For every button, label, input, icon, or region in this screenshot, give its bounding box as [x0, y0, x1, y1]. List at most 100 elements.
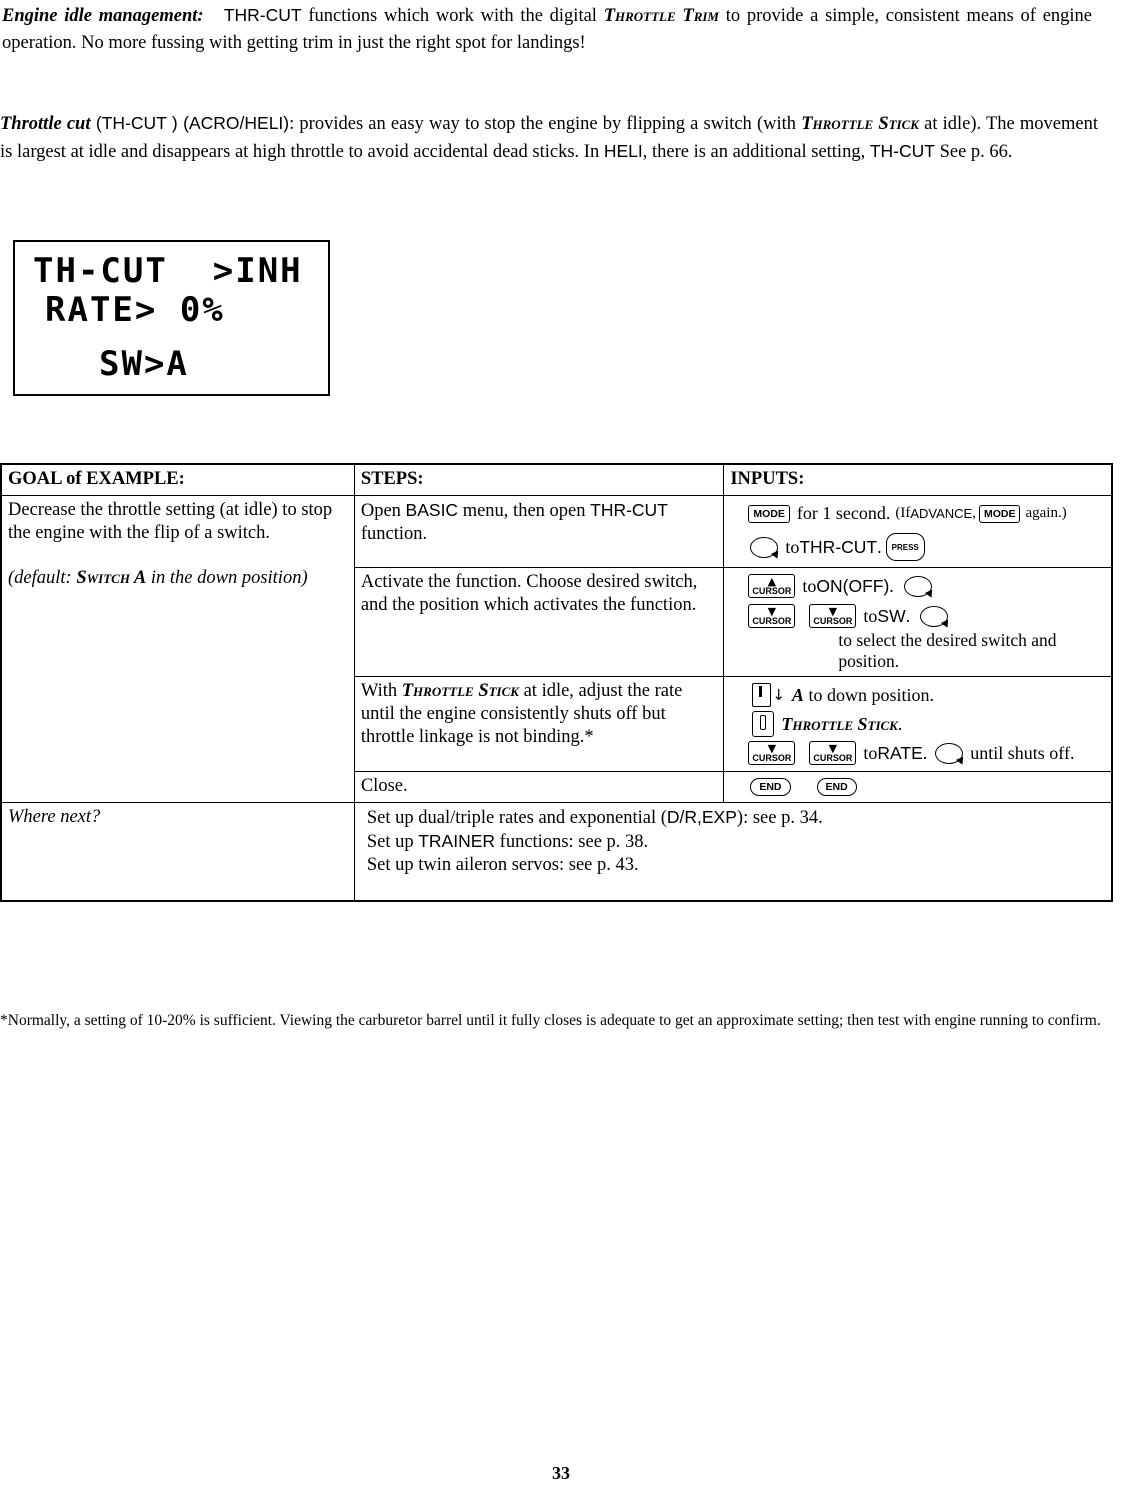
- wn1-a: Set up dual/triple rates and exponential…: [366, 808, 667, 828]
- input3-rate-dot: .: [922, 742, 928, 763]
- wn2-b: functions: see p. 38.: [495, 832, 649, 852]
- switch-a-icon[interactable]: [752, 683, 772, 707]
- input2-text-on: to: [802, 575, 817, 596]
- where-next-row: Where next? Set up dual/triple rates and…: [0, 802, 1113, 902]
- mode-key[interactable]: MODE: [748, 504, 790, 523]
- input2-note: to select the desired switch and positio…: [838, 630, 1057, 671]
- header-inputs: INPUTS:: [723, 463, 1113, 496]
- mode-key-2[interactable]: MODE: [978, 504, 1021, 523]
- throttle-cut-paren: (TH-CUT ) (ACRO/HELI): [90, 113, 290, 133]
- cursor-key-label: CURSOR: [813, 616, 853, 626]
- trainer-term: TRAINER: [418, 831, 496, 851]
- input1-text-5: to: [785, 536, 800, 557]
- step1-text-3: function.: [360, 524, 428, 544]
- dial-knob-icon[interactable]: [920, 605, 949, 627]
- paragraph-throttle-cut: Throttle cut (TH-CUT ) (ACRO/HELI): prov…: [0, 110, 1098, 166]
- input-cell-1: MODE for 1 second. (If ADVANCE, MODE aga…: [723, 495, 1113, 568]
- wn1-b: ): see p. 34.: [736, 808, 823, 828]
- input2-sw-dot: .: [905, 605, 911, 626]
- header-goal: GOAL of EXAMPLE:: [0, 463, 355, 496]
- throttle-cut-text-1: : provides an easy way to stop the engin…: [289, 114, 802, 134]
- input3-until-text: until shuts off.: [970, 742, 1075, 763]
- step-cell-1: Open BASIC menu, then open THR-CUT funct…: [353, 495, 725, 568]
- throttle-stick-term-step3: Throttle Stick: [401, 681, 519, 701]
- input-cell-4: END END: [723, 771, 1113, 803]
- input3-text-a: to down position.: [803, 684, 934, 705]
- goal-default: (default: Switch A in the down position): [8, 567, 348, 590]
- step-cell-3: With Throttle Stick at idle, adjust the …: [353, 676, 725, 772]
- step1-text-1: Open: [360, 501, 406, 521]
- dr-exp-term: D/R,EXP: [666, 807, 737, 827]
- cursor-down-key-2[interactable]: ▼ CURSOR: [809, 741, 857, 765]
- cursor-down-key-1[interactable]: ▼ CURSOR: [748, 741, 796, 765]
- goal-text: Decrease the throttle setting (at idle) …: [8, 500, 333, 543]
- where-next-line-3: Set up twin aileron servos: see p. 43.: [366, 855, 639, 875]
- input2-dot: .: [889, 575, 894, 596]
- step3-text-1: With: [360, 681, 402, 701]
- header-steps: STEPS:: [353, 463, 725, 496]
- input-cell-2: ▲ CURSOR to ON(OFF). ▼ CURSOR ▼ CURSOR t…: [723, 567, 1113, 677]
- step-cell-2: Activate the function. Choose desired sw…: [353, 567, 725, 677]
- where-next-cell: Set up dual/triple rates and exponential…: [353, 802, 1113, 902]
- throttle-cut-text-4: See p. 66.: [934, 142, 1013, 162]
- input3-stick-label: Throttle Stick.: [781, 713, 902, 736]
- input2-text-sw: to: [863, 605, 878, 626]
- cursor-key-label: CURSOR: [752, 753, 792, 763]
- wn2-a: Set up: [366, 832, 419, 852]
- dial-knob-icon[interactable]: [903, 575, 932, 597]
- throttle-cut-text-3: , there is an additional setting,: [642, 142, 870, 162]
- dial-knob-icon[interactable]: [935, 742, 964, 764]
- throttle-cut-label: Throttle cut: [0, 114, 91, 134]
- thr-cut-term-step1: THR-CUT: [590, 500, 668, 520]
- dial-knob-icon[interactable]: [750, 536, 779, 558]
- switch-a-label: A: [791, 684, 804, 705]
- sw-value: SW: [877, 605, 906, 626]
- where-next-label: Where next?: [0, 802, 355, 902]
- throttle-stick-term: Throttle Stick: [801, 114, 919, 134]
- basic-term: BASIC: [405, 500, 459, 520]
- lcd-line-2: RATE> 0%: [45, 290, 225, 330]
- throttle-trim-term: Throttle Trim: [603, 6, 719, 26]
- input1-text-4: again.): [1025, 505, 1067, 521]
- switch-a-term: Switch A: [76, 568, 147, 588]
- engine-idle-text-1: functions which work with the digital: [301, 6, 604, 26]
- th-cut-term: TH-CUT: [869, 141, 935, 161]
- where-next-line-2: Set up TRAINER functions: see p. 38.: [367, 830, 1105, 854]
- table-row: Decrease the throttle setting (at idle) …: [0, 495, 1113, 803]
- arrow-down-icon: ↓: [772, 685, 785, 704]
- on-off-value: ON(OFF): [816, 575, 890, 596]
- advance-term: ADVANCE: [910, 506, 973, 521]
- input3-switch-a: A to down position.: [792, 684, 934, 707]
- example-table: GOAL of EXAMPLE: STEPS: INPUTS: Decrease…: [0, 463, 1113, 902]
- table-header-row: GOAL of EXAMPLE: STEPS: INPUTS:: [0, 463, 1113, 496]
- paragraph-engine-idle: Engine idle management: THR-CUT function…: [2, 2, 1092, 57]
- where-next-line-1: Set up dual/triple rates and exponential…: [367, 806, 1105, 830]
- cursor-down-key-2[interactable]: ▼ CURSOR: [809, 604, 857, 628]
- cursor-key-label: CURSOR: [813, 753, 853, 763]
- input1-dot: .: [877, 536, 882, 557]
- input-cell-3: ↓ A to down position. Throttle Stick. ▼ …: [723, 676, 1113, 772]
- lcd-line-3: SW>A: [99, 344, 189, 384]
- lcd-line-1: TH-CUT >INH: [33, 251, 303, 291]
- end-key-2[interactable]: END: [816, 778, 857, 796]
- document-page: Engine idle management: THR-CUT function…: [0, 0, 1122, 1510]
- cursor-up-key[interactable]: ▲ CURSOR: [748, 574, 796, 598]
- goal-default-suffix: in the down position): [146, 568, 308, 588]
- rate-value: RATE: [877, 742, 923, 763]
- cursor-down-key-1[interactable]: ▼ CURSOR: [748, 604, 796, 628]
- input1-comma: ,: [972, 505, 976, 521]
- step1-text-2: menu, then open: [458, 501, 591, 521]
- step-cell-4: Close.: [353, 771, 725, 803]
- page-number: 33: [552, 1463, 570, 1483]
- footnote: *Normally, a setting of 10-20% is suffic…: [0, 1012, 1101, 1029]
- engine-idle-label: Engine idle management:: [2, 6, 204, 26]
- thr-cut-target: THR-CUT: [799, 536, 878, 557]
- end-key-1[interactable]: END: [750, 778, 791, 796]
- input3-rate-pre: to: [863, 742, 878, 763]
- press-key[interactable]: PRESS: [885, 533, 925, 561]
- throttle-stick-icon[interactable]: [752, 711, 775, 737]
- throttle-stick-term-input: Throttle Stick: [781, 713, 898, 734]
- lcd-display: TH-CUT >INH RATE> 0% SW>A: [13, 240, 330, 396]
- input1-text-2: (If: [895, 505, 911, 521]
- thr-cut-term: THR-CUT: [223, 5, 302, 25]
